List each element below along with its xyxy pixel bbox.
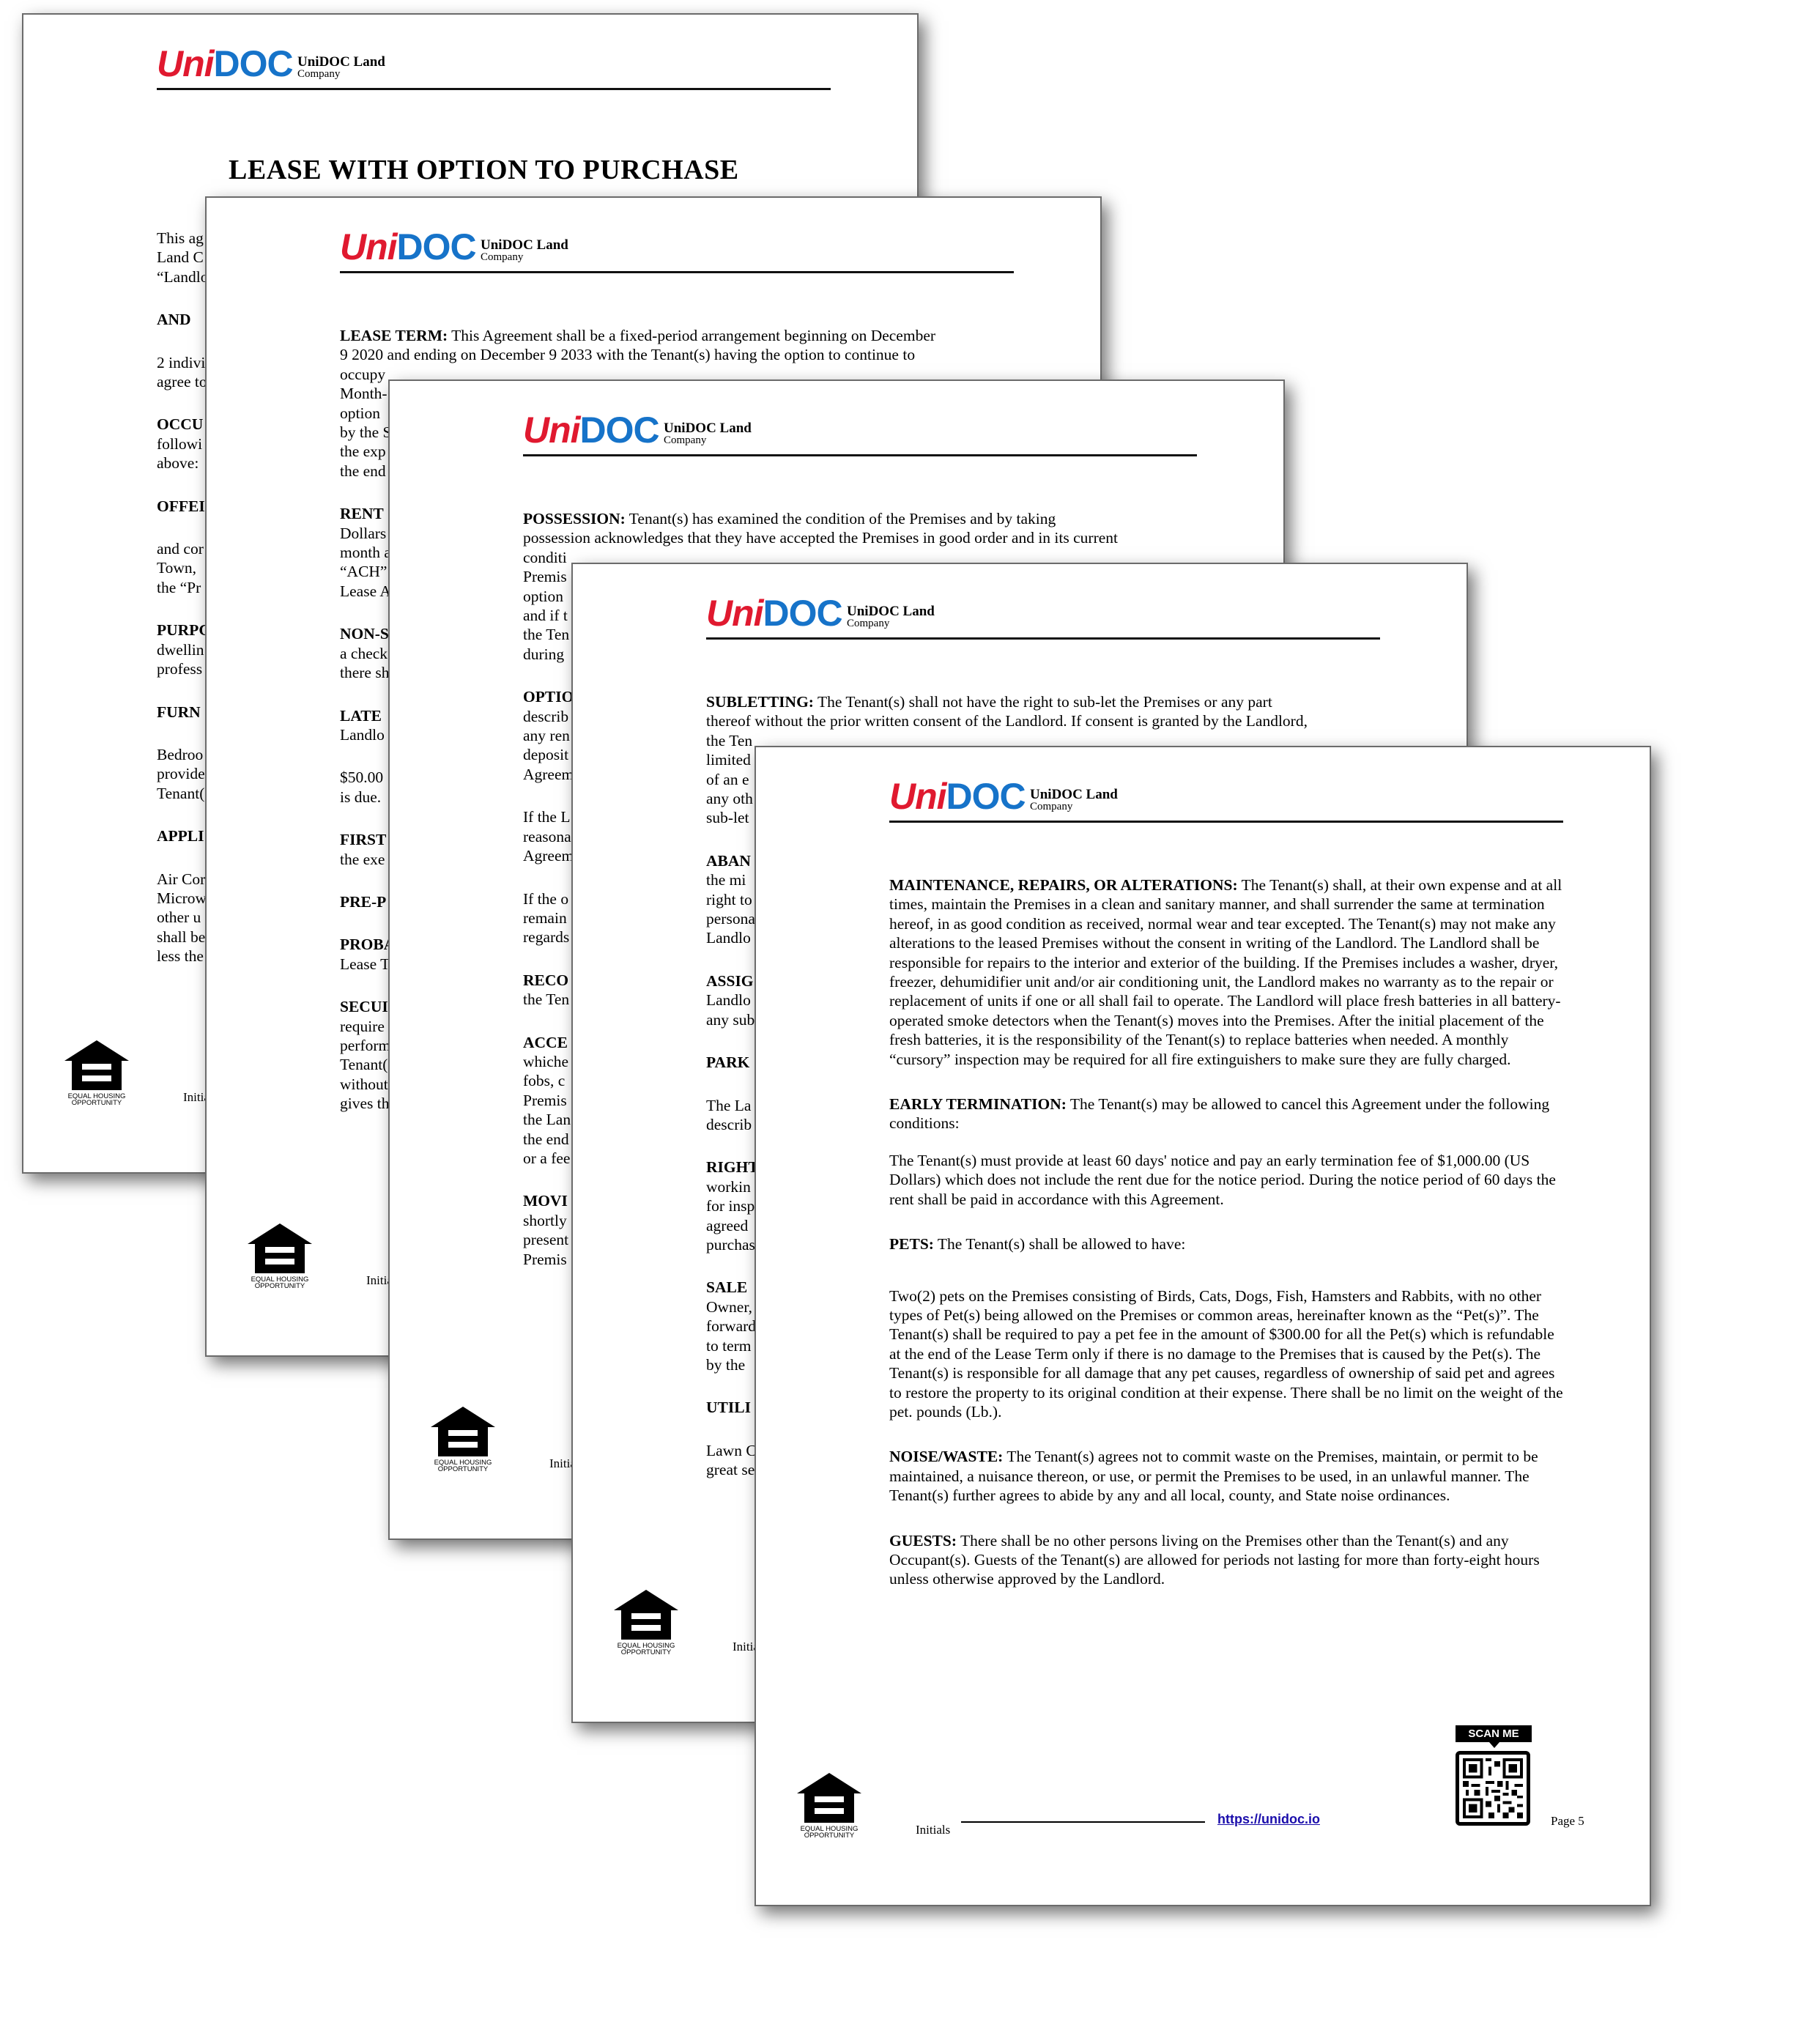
page-header: UniDOC UniDOC Land Company (523, 409, 1197, 456)
equal-housing-logo: EQUAL HOUSING OPPORTUNITY (60, 1039, 133, 1106)
equal-housing-logo: EQUAL HOUSING OPPORTUNITY (793, 1771, 866, 1839)
equal-housing-logo: EQUAL HOUSING OPPORTUNITY (243, 1222, 316, 1289)
page-header: UniDOC UniDOC Land Company (706, 592, 1380, 640)
page-header: UniDOC UniDOC Land Company (340, 226, 1014, 273)
unidoc-logo: UniDOC (157, 43, 294, 84)
company-name: UniDOC Land Company (847, 604, 935, 629)
qr-code-block[interactable]: SCAN ME (1456, 1725, 1532, 1826)
document-page-5: UniDOC UniDOC Land Company MAINTENANCE, R… (754, 746, 1651, 1906)
section-pets: PETS: The Tenant(s) shall be allowed to … (889, 1235, 1186, 1254)
qr-code-icon (1456, 1751, 1530, 1826)
initials-signature-line[interactable] (961, 1821, 1205, 1823)
equal-housing-logo: EQUAL HOUSING OPPORTUNITY (609, 1588, 683, 1656)
unidoc-logo: UniDOC (523, 410, 660, 451)
unidoc-logo: UniDOC (706, 593, 843, 634)
company-name: UniDOC Land Company (664, 421, 752, 446)
page-header: UniDOC UniDOC Land Company (889, 775, 1563, 823)
scan-me-label: SCAN ME (1456, 1725, 1532, 1748)
section-pets-detail: Two(2) pets on the Premises consisting o… (889, 1286, 1563, 1421)
unidoc-logo: UniDOC (889, 776, 1026, 817)
company-name: UniDOC Land Company (297, 54, 385, 80)
page-number: Page 5 (1551, 1814, 1584, 1828)
page-body: MAINTENANCE, REPAIRS, OR ALTERATIONS: Th… (889, 875, 1563, 1615)
section-maintenance: MAINTENANCE, REPAIRS, OR ALTERATIONS: Th… (889, 876, 1562, 1068)
section-early-termination: EARLY TERMINATION: The Tenant(s) may be … (889, 1095, 1550, 1133)
initials-label: Initials (916, 1823, 951, 1837)
equal-housing-logo: EQUAL HOUSING OPPORTUNITY (426, 1405, 500, 1473)
unidoc-logo: UniDOC (340, 226, 477, 267)
section-noise-waste: NOISE/WASTE: The Tenant(s) agrees not to… (889, 1448, 1538, 1505)
section-guests: GUESTS: There shall be no other persons … (889, 1531, 1540, 1588)
unidoc-link[interactable]: https://unidoc.io (1217, 1812, 1320, 1827)
document-title: LEASE WITH OPTION TO PURCHASE (229, 155, 739, 185)
page-header: UniDOC UniDOC Land Company (157, 42, 831, 90)
section-early-termination-detail: The Tenant(s) must provide at least 60 d… (889, 1151, 1556, 1208)
company-name: UniDOC Land Company (481, 237, 568, 263)
company-name: UniDOC Land Company (1030, 787, 1118, 812)
